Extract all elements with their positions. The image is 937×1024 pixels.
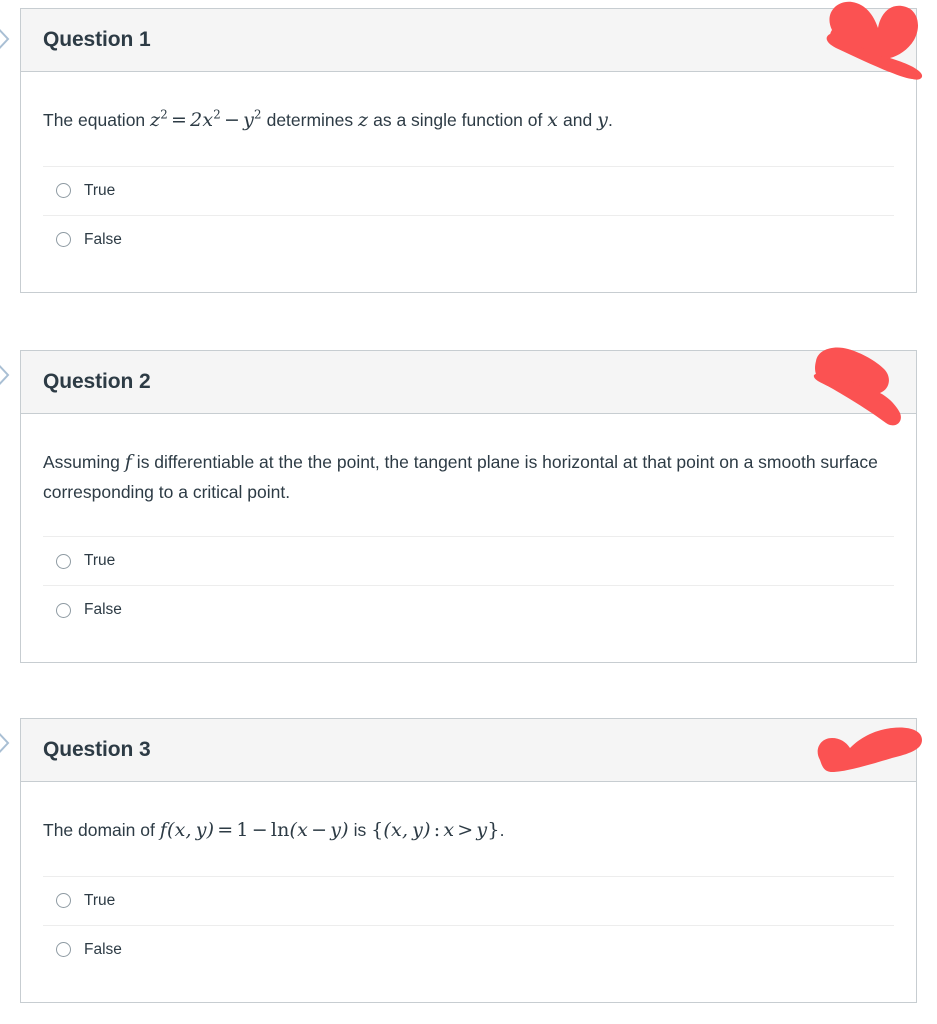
radio-unselected-icon[interactable] <box>56 232 71 248</box>
question-header-3: Question 3 <box>21 719 916 782</box>
answer-label-true-1: True <box>84 181 116 199</box>
prompt-end-text: . <box>608 110 613 130</box>
question-prompt-3: The domain of f(x, y) = 1− ln(x − y) is {(x, … <box>43 782 894 876</box>
answer-label-false-3: False <box>84 940 122 958</box>
answer-option-false-1[interactable]: False <box>43 216 894 264</box>
answer-list-2: True False <box>43 536 894 634</box>
question-body-1: The equation z2 = 2x2− y2 determines z as a… <box>21 72 916 292</box>
math-var-y: y <box>597 109 609 131</box>
question-body-3: The domain of f(x, y) = 1− ln(x − y) is {(x, … <box>21 782 916 1002</box>
prompt-conj-text: and <box>558 110 598 130</box>
prompt-lead-text: The domain of <box>43 820 160 840</box>
prompt-lead-text: Assuming <box>43 452 125 472</box>
chevron-right-icon <box>0 726 13 760</box>
prompt-mid-text: determines <box>261 110 359 130</box>
prompt-tail-text: as a single function of <box>368 110 548 130</box>
prompt-tail-text: is differentiable at the the point, the … <box>43 452 878 502</box>
question-card-1: Question 1 The equation z2 = 2x2− y2 determ… <box>20 8 917 293</box>
answer-label-true-3: True <box>84 891 116 909</box>
question-prompt-2: Assuming f is differentiable at the the … <box>43 414 894 536</box>
math-expression-z-squared: z2 = 2x2− y2 <box>150 107 262 131</box>
question-body-2: Assuming f is differentiable at the the … <box>21 414 916 662</box>
question-header-2: Question 2 <box>21 351 916 414</box>
math-expression-domain-function: f(x, y) = 1− ln(x − y) <box>159 819 349 841</box>
quiz-page: Question 1 The equation z2 = 2x2− y2 determ… <box>0 0 937 1024</box>
radio-unselected-icon[interactable] <box>56 183 71 199</box>
math-var-f: f <box>124 451 132 473</box>
card-bottom-spacer <box>43 974 894 1002</box>
card-bottom-spacer <box>43 634 894 662</box>
prompt-lead-text: The equation <box>43 110 151 130</box>
radio-unselected-icon[interactable] <box>56 893 71 909</box>
prompt-mid-text: is <box>348 820 372 840</box>
question-title-1: Question 1 <box>43 28 151 51</box>
question-card-2: Question 2 Assuming f is differentiable … <box>20 350 917 664</box>
answer-list-1: True False <box>43 165 894 264</box>
chevron-right-icon <box>0 22 13 56</box>
answer-option-true-1[interactable]: True <box>43 167 894 216</box>
radio-unselected-icon[interactable] <box>56 942 71 958</box>
prompt-end-text: . <box>499 820 505 840</box>
question-prompt-1: The equation z2 = 2x2− y2 determines z as a… <box>43 72 894 166</box>
math-expression-domain-set: {(x, y): x > y} <box>371 819 500 841</box>
question-title-3: Question 3 <box>43 738 151 761</box>
question-title-2: Question 2 <box>43 370 151 393</box>
math-var-z: z <box>358 109 369 131</box>
radio-unselected-icon[interactable] <box>56 602 71 618</box>
question-card-3: Question 3 The domain of f(x, y) = 1− ln(x −… <box>20 718 917 1003</box>
question-header-1: Question 1 <box>21 9 916 72</box>
chevron-right-icon <box>0 358 13 392</box>
answer-label-false-2: False <box>84 601 122 619</box>
answer-label-false-1: False <box>84 230 122 248</box>
math-var-x: x <box>547 109 559 131</box>
answer-option-true-2[interactable]: True <box>43 537 894 587</box>
radio-unselected-icon[interactable] <box>56 553 71 569</box>
answer-option-false-3[interactable]: False <box>43 926 894 974</box>
answer-list-3: True False <box>43 875 894 974</box>
answer-option-false-2[interactable]: False <box>43 586 894 634</box>
answer-option-true-3[interactable]: True <box>43 877 894 926</box>
card-bottom-spacer <box>43 264 894 292</box>
answer-label-true-2: True <box>84 552 116 570</box>
